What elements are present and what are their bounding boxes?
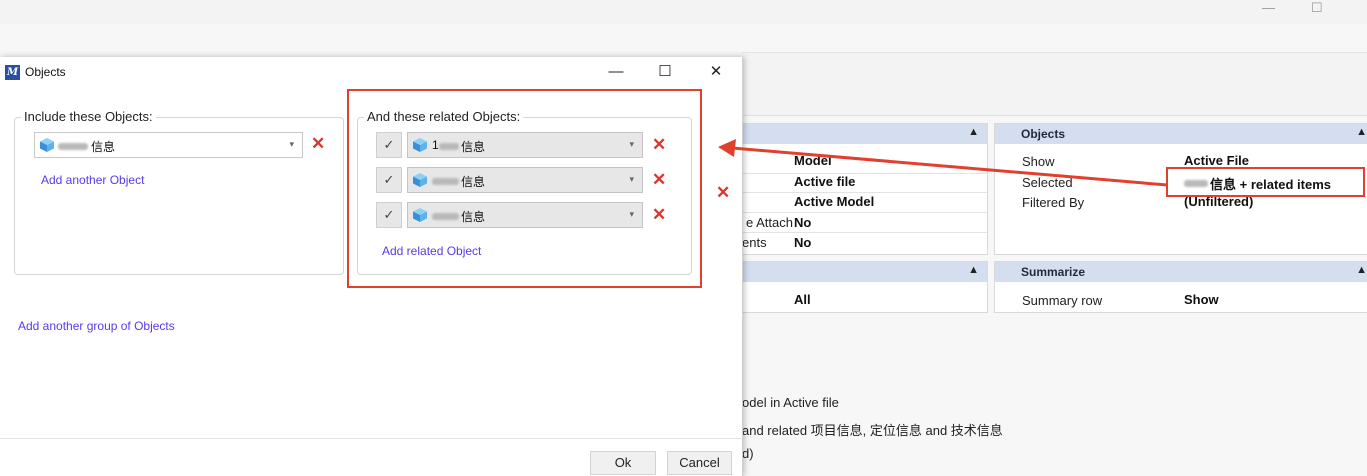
annotation-arrow <box>718 139 1168 187</box>
